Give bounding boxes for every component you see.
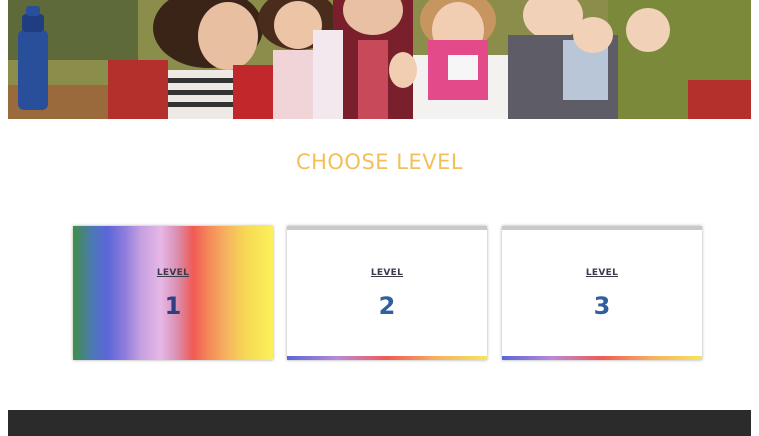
level-number: 1 bbox=[164, 292, 182, 320]
level-label: LEVEL bbox=[156, 268, 190, 278]
hero-banner-image bbox=[8, 0, 751, 119]
rainbow-strip bbox=[287, 356, 487, 360]
choose-level-heading: CHOOSE LEVEL bbox=[295, 150, 464, 174]
rainbow-strip bbox=[502, 356, 702, 360]
bottle-shape bbox=[18, 6, 48, 110]
card-top-edge bbox=[502, 226, 702, 230]
card-top-edge bbox=[287, 226, 487, 230]
level-1-card[interactable]: LEVEL 1 bbox=[73, 226, 273, 360]
level-label: LEVEL bbox=[370, 268, 404, 278]
level-2-card[interactable]: LEVEL 2 bbox=[287, 226, 487, 360]
level-number: 3 bbox=[593, 292, 611, 320]
level-label: LEVEL bbox=[585, 268, 619, 278]
page: CHOOSE LEVEL LEVEL 1 LEVEL 2 LEVEL 3 bbox=[0, 0, 759, 436]
footer-bar bbox=[8, 410, 751, 436]
level-number: 2 bbox=[378, 292, 396, 320]
level-3-card[interactable]: LEVEL 3 bbox=[502, 226, 702, 360]
